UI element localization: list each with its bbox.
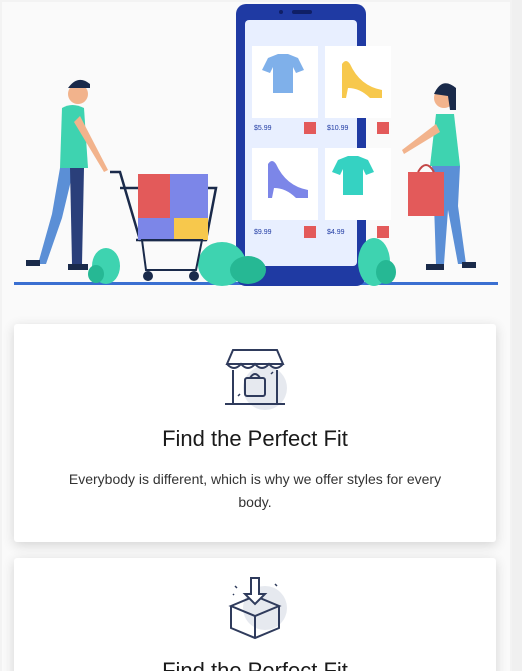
- product-price-1: $5.99: [254, 125, 272, 132]
- card-description: Everybody is different, which is why we …: [68, 471, 442, 510]
- woman-with-bag: [402, 83, 476, 270]
- feature-card: Find the Perfect Fit Everybody is differ…: [14, 324, 496, 542]
- box-download-icon: [221, 574, 289, 647]
- card-title: Find the Perfect Fit: [162, 426, 348, 451]
- product-price-4: $4.99: [327, 229, 345, 236]
- feature-card: Find the Perfect Fit: [14, 558, 496, 671]
- page: $5.99 $10.99 $9.99 $4.99 Find the Perfec…: [2, 2, 510, 671]
- hero-illustration: $5.99 $10.99 $9.99 $4.99: [14, 4, 498, 286]
- card-title: Find the Perfect Fit: [162, 658, 348, 671]
- man-with-cart: [26, 79, 218, 281]
- shop-bag-icon: [221, 342, 289, 415]
- product-price-2: $10.99: [327, 125, 349, 132]
- product-price-3: $9.99: [254, 229, 272, 236]
- plant-right: [358, 238, 396, 286]
- plant-left: [88, 248, 120, 284]
- scrollbar[interactable]: [512, 0, 522, 671]
